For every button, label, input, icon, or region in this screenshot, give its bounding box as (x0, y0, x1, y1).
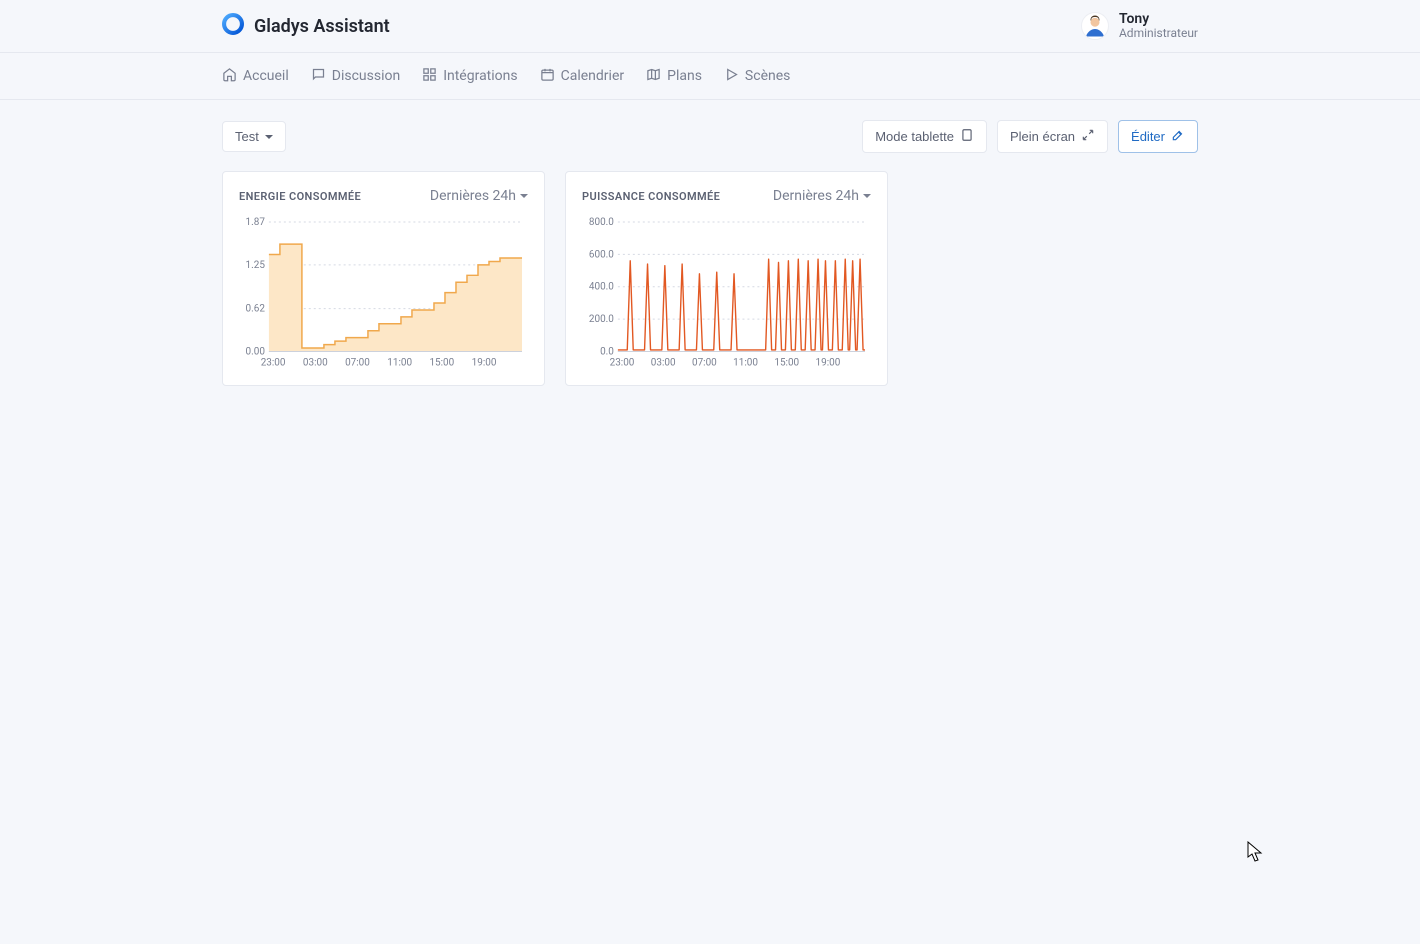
brand-logo-icon (222, 13, 244, 40)
nav-integrations[interactable]: Intégrations (422, 67, 517, 86)
svg-text:15:00: 15:00 (774, 357, 799, 368)
tablet-mode-button[interactable]: Mode tablette (862, 120, 987, 153)
chevron-down-icon (863, 194, 871, 198)
svg-text:11:00: 11:00 (387, 357, 412, 368)
edit-button[interactable]: Éditer (1118, 120, 1198, 153)
nav-scenes[interactable]: Scènes (724, 67, 790, 86)
svg-text:400.0: 400.0 (589, 282, 614, 293)
svg-text:1.87: 1.87 (246, 217, 266, 228)
user-role: Administrateur (1119, 27, 1198, 40)
user-name: Tony (1119, 12, 1198, 27)
brand-name: Gladys Assistant (254, 16, 390, 37)
fullscreen-button[interactable]: Plein écran (997, 120, 1108, 153)
svg-text:07:00: 07:00 (692, 357, 717, 368)
nav-label: Scènes (745, 68, 790, 84)
dashboard-selector-label: Test (235, 129, 259, 144)
avatar (1081, 12, 1109, 40)
svg-text:11:00: 11:00 (733, 357, 758, 368)
fullscreen-label: Plein écran (1010, 129, 1075, 144)
chart-power: 0.0 200.0 400.0 600.0 800.0 23:00 03:00 07:00 11… (582, 214, 871, 373)
nav-label: Accueil (243, 68, 289, 84)
nav-plans[interactable]: Plans (646, 67, 702, 86)
play-icon (724, 67, 739, 86)
dashboard-selector[interactable]: Test (222, 121, 286, 152)
svg-text:03:00: 03:00 (303, 357, 328, 368)
grid-icon (422, 67, 437, 86)
svg-text:15:00: 15:00 (429, 357, 454, 368)
tablet-mode-label: Mode tablette (875, 129, 954, 144)
expand-icon (1081, 128, 1095, 145)
nav-label: Intégrations (443, 68, 517, 84)
svg-text:23:00: 23:00 (610, 357, 635, 368)
map-icon (646, 67, 661, 86)
edit-icon (1171, 128, 1185, 145)
svg-text:1.25: 1.25 (246, 260, 266, 271)
brand[interactable]: Gladys Assistant (222, 13, 390, 40)
card-title: ENERGIE CONSOMMÉE (239, 190, 361, 203)
svg-text:0.00: 0.00 (246, 347, 266, 358)
tablet-icon (960, 128, 974, 145)
nav-label: Calendrier (561, 68, 625, 84)
svg-text:0.0: 0.0 (600, 347, 614, 358)
svg-text:600.0: 600.0 (589, 249, 614, 260)
message-icon (311, 67, 326, 86)
card-power: PUISSANCE CONSOMMÉE Dernières 24h 0.0 200… (565, 171, 888, 386)
nav-discussion[interactable]: Discussion (311, 67, 400, 86)
svg-text:03:00: 03:00 (651, 357, 676, 368)
card-range-selector[interactable]: Dernières 24h (430, 188, 528, 204)
edit-label: Éditer (1131, 129, 1165, 144)
svg-text:0.62: 0.62 (246, 304, 266, 315)
nav-calendar[interactable]: Calendrier (540, 67, 625, 86)
chevron-down-icon (265, 135, 273, 139)
card-range-label: Dernières 24h (773, 188, 859, 204)
svg-text:19:00: 19:00 (816, 357, 841, 368)
svg-text:19:00: 19:00 (472, 357, 497, 368)
svg-text:800.0: 800.0 (589, 217, 614, 228)
card-range-label: Dernières 24h (430, 188, 516, 204)
home-icon (222, 67, 237, 86)
user-menu[interactable]: Tony Administrateur (1081, 12, 1198, 41)
chart-energy: 0.00 0.62 1.25 1.87 23:00 03:00 07:00 11:00 15:0… (239, 214, 528, 373)
svg-text:200.0: 200.0 (589, 314, 614, 325)
calendar-icon (540, 67, 555, 86)
card-energy: ENERGIE CONSOMMÉE Dernières 24h 0.00 0.62… (222, 171, 545, 386)
nav-label: Discussion (332, 68, 400, 84)
svg-text:23:00: 23:00 (261, 357, 286, 368)
chevron-down-icon (520, 194, 528, 198)
svg-text:07:00: 07:00 (345, 357, 370, 368)
card-title: PUISSANCE CONSOMMÉE (582, 190, 720, 203)
nav-home[interactable]: Accueil (222, 67, 289, 86)
card-range-selector[interactable]: Dernières 24h (773, 188, 871, 204)
nav-label: Plans (667, 68, 702, 84)
cursor-icon (1247, 841, 1263, 863)
